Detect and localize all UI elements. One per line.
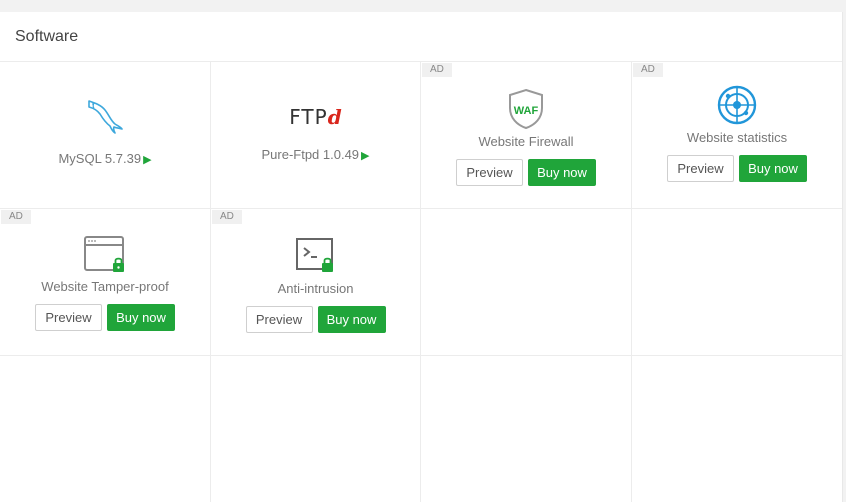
software-card-anti-intrusion: AD Anti-intrusion Preview Buy now: [211, 209, 421, 356]
ad-badge: AD: [633, 63, 663, 77]
svg-text:WAF: WAF: [514, 105, 539, 117]
panel-title: Software: [0, 12, 842, 62]
software-name: Website statistics: [686, 130, 788, 145]
software-panel: Software MySQL 5.7.39 ▶ FTP d Pure-Ftpd 1.…: [0, 12, 843, 502]
buy-now-button[interactable]: Buy now: [107, 304, 175, 331]
mysql-dolphin-icon: [85, 95, 125, 135]
ad-badge: AD: [422, 63, 452, 77]
empty-cell: [421, 356, 632, 502]
empty-cell: [632, 356, 842, 502]
software-name: Website Tamper-proof: [41, 279, 169, 294]
ftpd-logo-icon: FTP d: [289, 105, 342, 129]
software-card-mysql[interactable]: MySQL 5.7.39 ▶: [0, 62, 211, 209]
software-name: MySQL 5.7.39 ▶: [58, 151, 152, 166]
buy-now-button[interactable]: Buy now: [317, 306, 386, 333]
software-card-website-tamper-proof: AD Website Tamper-proof Preview Buy now: [0, 209, 211, 356]
play-icon[interactable]: ▶: [361, 150, 369, 162]
software-grid: MySQL 5.7.39 ▶ FTP d Pure-Ftpd 1.0.49 ▶ AD …: [0, 62, 842, 502]
waf-shield-icon: WAF: [507, 88, 545, 130]
preview-button[interactable]: Preview: [245, 306, 313, 333]
software-name: Anti-intrusion: [277, 281, 354, 296]
browser-lock-icon: [83, 235, 127, 275]
radar-target-icon: [716, 84, 758, 126]
preview-button[interactable]: Preview: [35, 304, 102, 331]
buy-now-button[interactable]: Buy now: [739, 155, 807, 182]
software-card-pureftpd[interactable]: FTP d Pure-Ftpd 1.0.49 ▶: [211, 62, 421, 209]
software-card-website-firewall: AD WAF Website Firewall Preview Buy now: [421, 62, 632, 209]
terminal-lock-icon: [295, 237, 337, 275]
empty-cell: [211, 356, 421, 502]
empty-cell: [0, 356, 211, 502]
ad-badge: AD: [1, 210, 31, 224]
empty-cell: [421, 209, 632, 356]
preview-button[interactable]: Preview: [456, 159, 523, 186]
play-icon[interactable]: ▶: [143, 154, 151, 166]
preview-button[interactable]: Preview: [667, 155, 734, 182]
software-card-website-statistics: AD Website statistics Preview Buy now: [632, 62, 842, 209]
software-name: Pure-Ftpd 1.0.49 ▶: [261, 147, 370, 162]
empty-cell: [632, 209, 842, 356]
ad-badge: AD: [212, 210, 242, 224]
buy-now-button[interactable]: Buy now: [528, 159, 596, 186]
software-name: Website Firewall: [478, 134, 574, 149]
